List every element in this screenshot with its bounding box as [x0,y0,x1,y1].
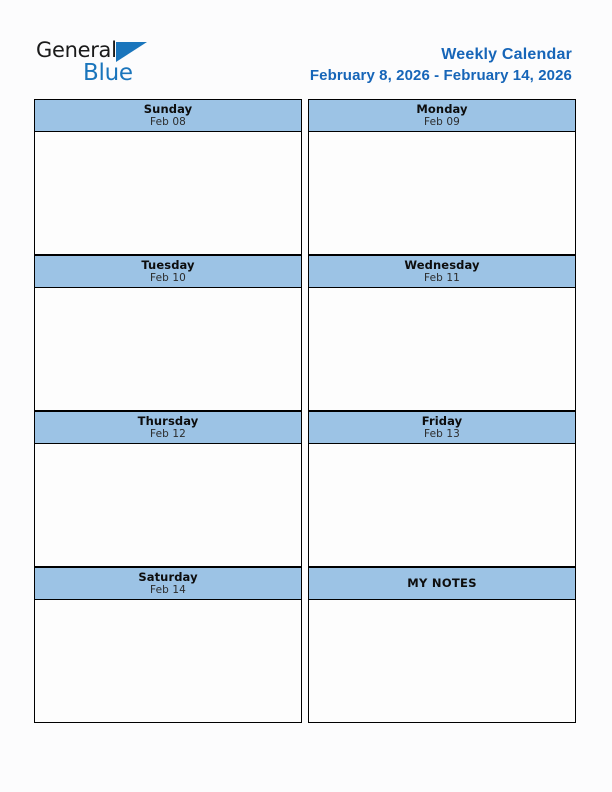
triangle-flag-icon [116,42,147,62]
page-title-block: Weekly Calendar February 8, 2026 - Febru… [310,44,572,86]
day-header-tuesday: Tuesday Feb 10 [34,255,302,287]
day-header-thursday: Thursday Feb 12 [34,411,302,443]
day-cell-friday[interactable]: Friday Feb 13 [308,411,576,567]
my-notes-area[interactable] [308,599,576,723]
day-cell-saturday[interactable]: Saturday Feb 14 [34,567,302,723]
brand-name-general: General [36,38,117,62]
day-name-label: Monday [416,101,468,116]
day-header-sunday: Sunday Feb 08 [34,99,302,131]
day-cell-sunday[interactable]: Sunday Feb 08 [34,99,302,255]
calendar-row: Saturday Feb 14 MY NOTES [34,567,576,723]
page-title: Weekly Calendar [441,46,572,63]
date-range-label: February 8, 2026 - February 14, 2026 [309,67,572,84]
calendar-row: Thursday Feb 12 Friday Feb 13 [34,411,576,567]
day-date-label: Feb 13 [424,428,460,441]
day-date-label: Feb 09 [424,116,460,129]
day-date-label: Feb 11 [424,272,460,285]
day-name-label: Sunday [143,101,193,116]
my-notes-label: MY NOTES [407,576,477,591]
day-date-label: Feb 10 [150,272,186,285]
day-cell-wednesday[interactable]: Wednesday Feb 11 [308,255,576,411]
day-notes-area-monday[interactable] [308,131,576,255]
day-name-label: Tuesday [141,257,195,272]
day-notes-area-friday[interactable] [308,443,576,567]
day-cell-monday[interactable]: Monday Feb 09 [308,99,576,255]
day-name-label: Friday [421,413,463,428]
day-notes-area-saturday[interactable] [34,599,302,723]
brand-name-blue: Blue [83,60,133,86]
day-header-monday: Monday Feb 09 [308,99,576,131]
day-notes-area-sunday[interactable] [34,131,302,255]
day-cell-thursday[interactable]: Thursday Feb 12 [34,411,302,567]
my-notes-cell[interactable]: MY NOTES [308,567,576,723]
day-date-label: Feb 12 [150,428,186,441]
calendar-row: Sunday Feb 08 Monday Feb 09 [34,99,576,255]
day-header-wednesday: Wednesday Feb 11 [308,255,576,287]
day-notes-area-wednesday[interactable] [308,287,576,411]
my-notes-header: MY NOTES [308,567,576,599]
weekly-calendar-grid: Sunday Feb 08 Monday Feb 09 Tuesday Feb … [34,99,576,723]
day-name-label: Thursday [137,413,199,428]
day-cell-tuesday[interactable]: Tuesday Feb 10 [34,255,302,411]
page-header-bar: General Blue Weekly Calendar February 8,… [0,0,612,98]
day-notes-area-tuesday[interactable] [34,287,302,411]
day-date-label: Feb 08 [150,116,186,129]
calendar-row: Tuesday Feb 10 Wednesday Feb 11 [34,255,576,411]
day-notes-area-thursday[interactable] [34,443,302,567]
day-header-friday: Friday Feb 13 [308,411,576,443]
day-header-saturday: Saturday Feb 14 [34,567,302,599]
day-name-label: Wednesday [404,257,480,272]
day-date-label: Feb 14 [150,584,186,597]
day-name-label: Saturday [138,569,198,584]
brand-logo: General Blue [36,38,236,90]
